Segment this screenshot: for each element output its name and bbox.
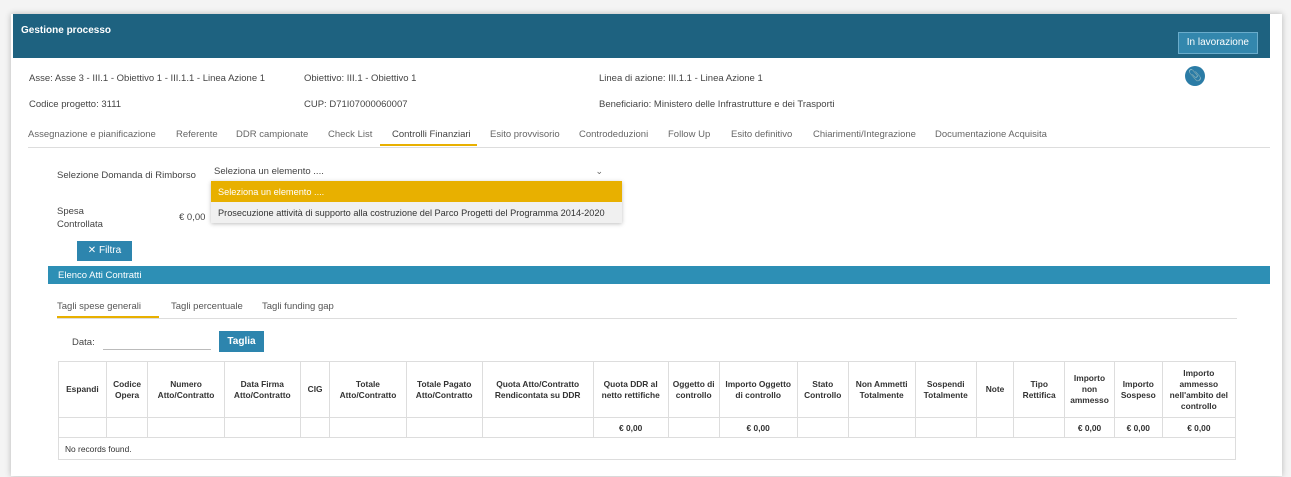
paperclip-icon[interactable]: 📎: [1185, 66, 1205, 86]
tab-check-list[interactable]: Check List: [328, 129, 372, 140]
total-cell: [223, 417, 301, 438]
total-cell: [481, 417, 594, 438]
domanda-select[interactable]: Seleziona un elemento .... ⌄: [214, 166, 607, 182]
taglia-button[interactable]: Taglia: [219, 331, 264, 352]
total-cell: € 0,00: [1113, 417, 1163, 438]
filtra-label: Filtra: [98, 245, 122, 256]
atti-contratti-band: Elenco Atti Contratti: [48, 266, 1270, 284]
total-cell: € 0,00: [1161, 417, 1237, 438]
table-header-row: Espandi Codice Opera Numero Atto/Contratto…: [58, 361, 1237, 418]
asse-info: Asse: Asse 3 - III.1 - Obiettivo 1 - III…: [29, 73, 266, 84]
column-header: Stato Controllo: [796, 361, 849, 418]
filtra-button[interactable]: ✕ Filtra: [77, 241, 132, 261]
empty-message: No records found.: [58, 437, 1236, 460]
active-tab-indicator: [380, 144, 477, 146]
codice-info: Codice progetto: 3111: [29, 99, 122, 110]
column-header: Importo Sospeso: [1113, 361, 1163, 418]
beneficiario-info: Beneficiario: Ministero delle Infrastrut…: [599, 99, 835, 110]
column-header: CIG: [299, 361, 331, 418]
total-cell: [975, 417, 1015, 438]
total-cell: [329, 417, 407, 438]
tab-controdeduzioni[interactable]: Controdeduzioni: [579, 129, 648, 140]
column-header: Data Firma Atto/Contratto: [223, 361, 301, 418]
total-cell: € 0,00: [592, 417, 669, 438]
page-title: Gestione processo: [21, 25, 112, 36]
total-cell: [299, 417, 331, 438]
tab-follow-up[interactable]: Follow Up: [668, 129, 710, 140]
process-header: Gestione processo In lavorazione: [13, 14, 1270, 58]
main-tabs: Assegnazione e pianificazione Referente …: [28, 124, 1270, 148]
column-header: Tipo Rettifica: [1013, 361, 1066, 418]
active-subtab-indicator: [57, 316, 159, 318]
status-button[interactable]: In lavorazione: [1177, 32, 1258, 54]
column-header: Numero Atto/Contratto: [147, 361, 225, 418]
total-cell: [58, 417, 107, 438]
tab-esito-definitivo[interactable]: Esito definitivo: [731, 129, 792, 140]
total-cell: [667, 417, 720, 438]
total-cell: € 0,00: [718, 417, 798, 438]
column-header: Espandi: [58, 361, 107, 418]
subtab-percentuale[interactable]: Tagli percentuale: [171, 301, 243, 312]
total-cell: [147, 417, 225, 438]
tab-referente[interactable]: Referente: [176, 129, 218, 140]
tab-esito-provvisorio[interactable]: Esito provvisorio: [490, 129, 560, 140]
shuffle-icon: ✕: [87, 245, 97, 256]
atti-table: Espandi Codice Opera Numero Atto/Contratto…: [58, 361, 1237, 460]
cup-info: CUP: D71I07000060007: [304, 99, 408, 110]
spesa-value: € 0,00: [179, 212, 206, 223]
tab-controlli-finanziari[interactable]: Controlli Finanziari: [392, 129, 471, 140]
table-empty-row: No records found.: [58, 437, 1236, 460]
linea-info: Linea di azione: III.1.1 - Linea Azione …: [599, 73, 763, 84]
band-title: Elenco Atti Contratti: [58, 270, 142, 281]
column-header: Importo Oggetto di controllo: [718, 361, 798, 418]
spesa-label: Spesa: [57, 206, 84, 217]
column-header: Note: [975, 361, 1015, 418]
domanda-dropdown: Seleziona un elemento .... Prosecuzione …: [211, 181, 622, 223]
column-header: Non Ammetti Totalmente: [847, 361, 916, 418]
data-input[interactable]: [103, 340, 211, 350]
selezione-label: Selezione Domanda di Rimborso: [57, 170, 196, 181]
dropdown-option-placeholder[interactable]: Seleziona un elemento ....: [211, 181, 622, 202]
column-header: Totale Pagato Atto/Contratto: [405, 361, 483, 418]
subtab-funding-gap[interactable]: Tagli funding gap: [262, 301, 334, 312]
tab-ddr-campionate[interactable]: DDR campionate: [236, 129, 308, 140]
column-header: Importo non ammesso: [1064, 361, 1115, 418]
data-label: Data:: [72, 337, 95, 348]
sub-tabs: Tagli spese generali Tagli percentuale T…: [57, 297, 1237, 319]
select-value: Seleziona un elemento ....: [214, 166, 324, 177]
tab-assegnazione[interactable]: Assegnazione e pianificazione: [28, 129, 156, 140]
column-header: Totale Atto/Contratto: [329, 361, 407, 418]
subtab-spese-generali[interactable]: Tagli spese generali: [57, 301, 141, 312]
total-cell: € 0,00: [1064, 417, 1115, 438]
controllata-label: Controllata: [57, 219, 103, 230]
column-header: Codice Opera: [105, 361, 149, 418]
total-cell: [405, 417, 483, 438]
dropdown-option-prosecuzione[interactable]: Prosecuzione attività di supporto alla c…: [211, 202, 622, 223]
total-cell: [914, 417, 977, 438]
total-cell: [105, 417, 149, 438]
tab-documentazione[interactable]: Documentazione Acquisita: [935, 129, 1047, 140]
total-cell: [847, 417, 916, 438]
tab-chiarimenti[interactable]: Chiarimenti/Integrazione: [813, 129, 916, 140]
obiettivo-info: Obiettivo: III.1 - Obiettivo 1: [304, 73, 417, 84]
column-header: Oggetto di controllo: [667, 361, 720, 418]
column-header: Quota DDR al netto rettifiche: [592, 361, 669, 418]
total-cell: [796, 417, 849, 438]
column-header: Sospendi Totalmente: [914, 361, 977, 418]
column-header: Quota Atto/Contratto Rendicontata su DDR: [481, 361, 594, 418]
chevron-down-icon: ⌄: [595, 166, 603, 176]
column-header: Importo ammesso nell'ambito del controll…: [1161, 361, 1237, 418]
table-totals-row: € 0,00 € 0,00 € 0,00 € 0,00 € 0,00: [58, 417, 1237, 438]
total-cell: [1013, 417, 1066, 438]
